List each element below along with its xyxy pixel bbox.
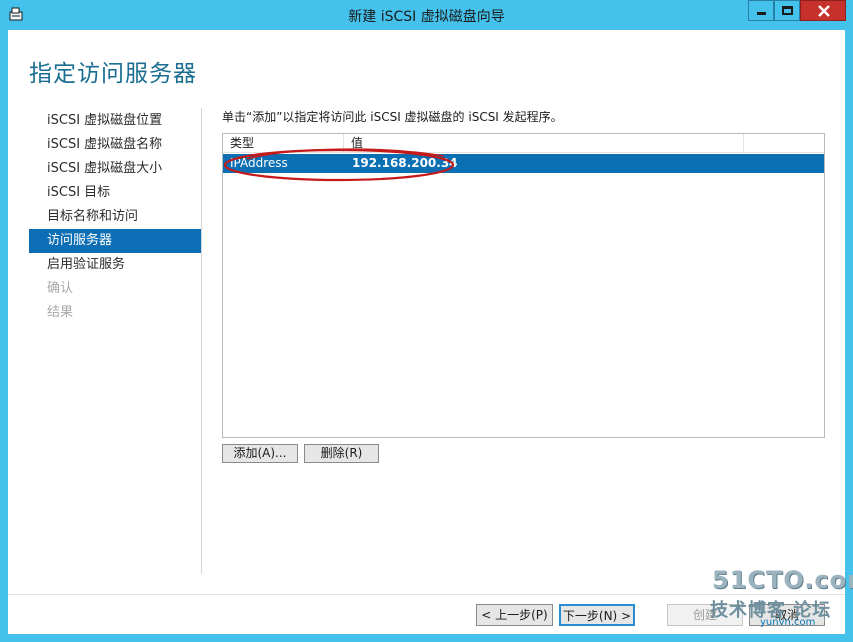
remove-button[interactable]: 删除(R)	[304, 444, 379, 463]
nav-divider	[201, 108, 202, 574]
nav-step-vdisk-name[interactable]: iSCSI 虚拟磁盘名称	[29, 133, 201, 157]
maximize-icon	[782, 6, 793, 15]
instruction-text: 单击“添加”以指定将访问此 iSCSI 虚拟磁盘的 iSCSI 发起程序。	[222, 110, 563, 124]
nav-step-vdisk-size[interactable]: iSCSI 虚拟磁盘大小	[29, 157, 201, 181]
close-icon	[818, 5, 830, 17]
nav-step-enable-auth[interactable]: 启用验证服务	[29, 253, 201, 277]
add-button[interactable]: 添加(A)...	[222, 444, 298, 463]
page-title: 指定访问服务器	[29, 61, 197, 87]
footer-divider	[8, 594, 845, 595]
nav-step-access-servers[interactable]: 访问服务器	[29, 229, 201, 253]
nav-step-target-name-access[interactable]: 目标名称和访问	[29, 205, 201, 229]
window-frame: 新建 iSCSI 虚拟磁盘向导 指定访问服务器 iSCSI 虚拟磁盘位置 iSC…	[0, 0, 853, 642]
column-header-value[interactable]: 值	[344, 134, 744, 153]
minimize-icon	[757, 12, 766, 15]
nav-step-vdisk-location[interactable]: iSCSI 虚拟磁盘位置	[29, 109, 201, 133]
initiator-list[interactable]: 类型 值 IPAddress 192.168.200.34	[222, 133, 825, 438]
column-header-type[interactable]: 类型	[223, 134, 344, 153]
cell-type: IPAddress	[230, 156, 288, 170]
table-row[interactable]: IPAddress 192.168.200.34	[223, 154, 824, 173]
nav-step-iscsi-target[interactable]: iSCSI 目标	[29, 181, 201, 205]
next-button[interactable]: 下一步(N) >	[559, 604, 635, 626]
title-bar[interactable]: 新建 iSCSI 虚拟磁盘向导	[0, 0, 853, 30]
cell-value: 192.168.200.34	[352, 156, 458, 170]
column-header-blank	[744, 134, 824, 153]
create-button: 创建	[667, 604, 743, 626]
close-button[interactable]	[800, 0, 846, 21]
maximize-button[interactable]	[774, 0, 800, 21]
previous-button[interactable]: < 上一步(P)	[476, 604, 553, 626]
nav-step-results: 结果	[47, 305, 74, 320]
minimize-button[interactable]	[748, 0, 774, 21]
wizard-client-area: 指定访问服务器 iSCSI 虚拟磁盘位置 iSCSI 虚拟磁盘名称 iSCSI …	[8, 30, 845, 634]
window-title: 新建 iSCSI 虚拟磁盘向导	[348, 9, 505, 25]
wizard-step-nav: iSCSI 虚拟磁盘位置 iSCSI 虚拟磁盘名称 iSCSI 虚拟磁盘大小 i…	[29, 109, 201, 325]
nav-step-confirmation: 确认	[47, 281, 74, 296]
cancel-button[interactable]: 取消	[749, 604, 825, 626]
list-header: 类型 值	[223, 134, 824, 153]
